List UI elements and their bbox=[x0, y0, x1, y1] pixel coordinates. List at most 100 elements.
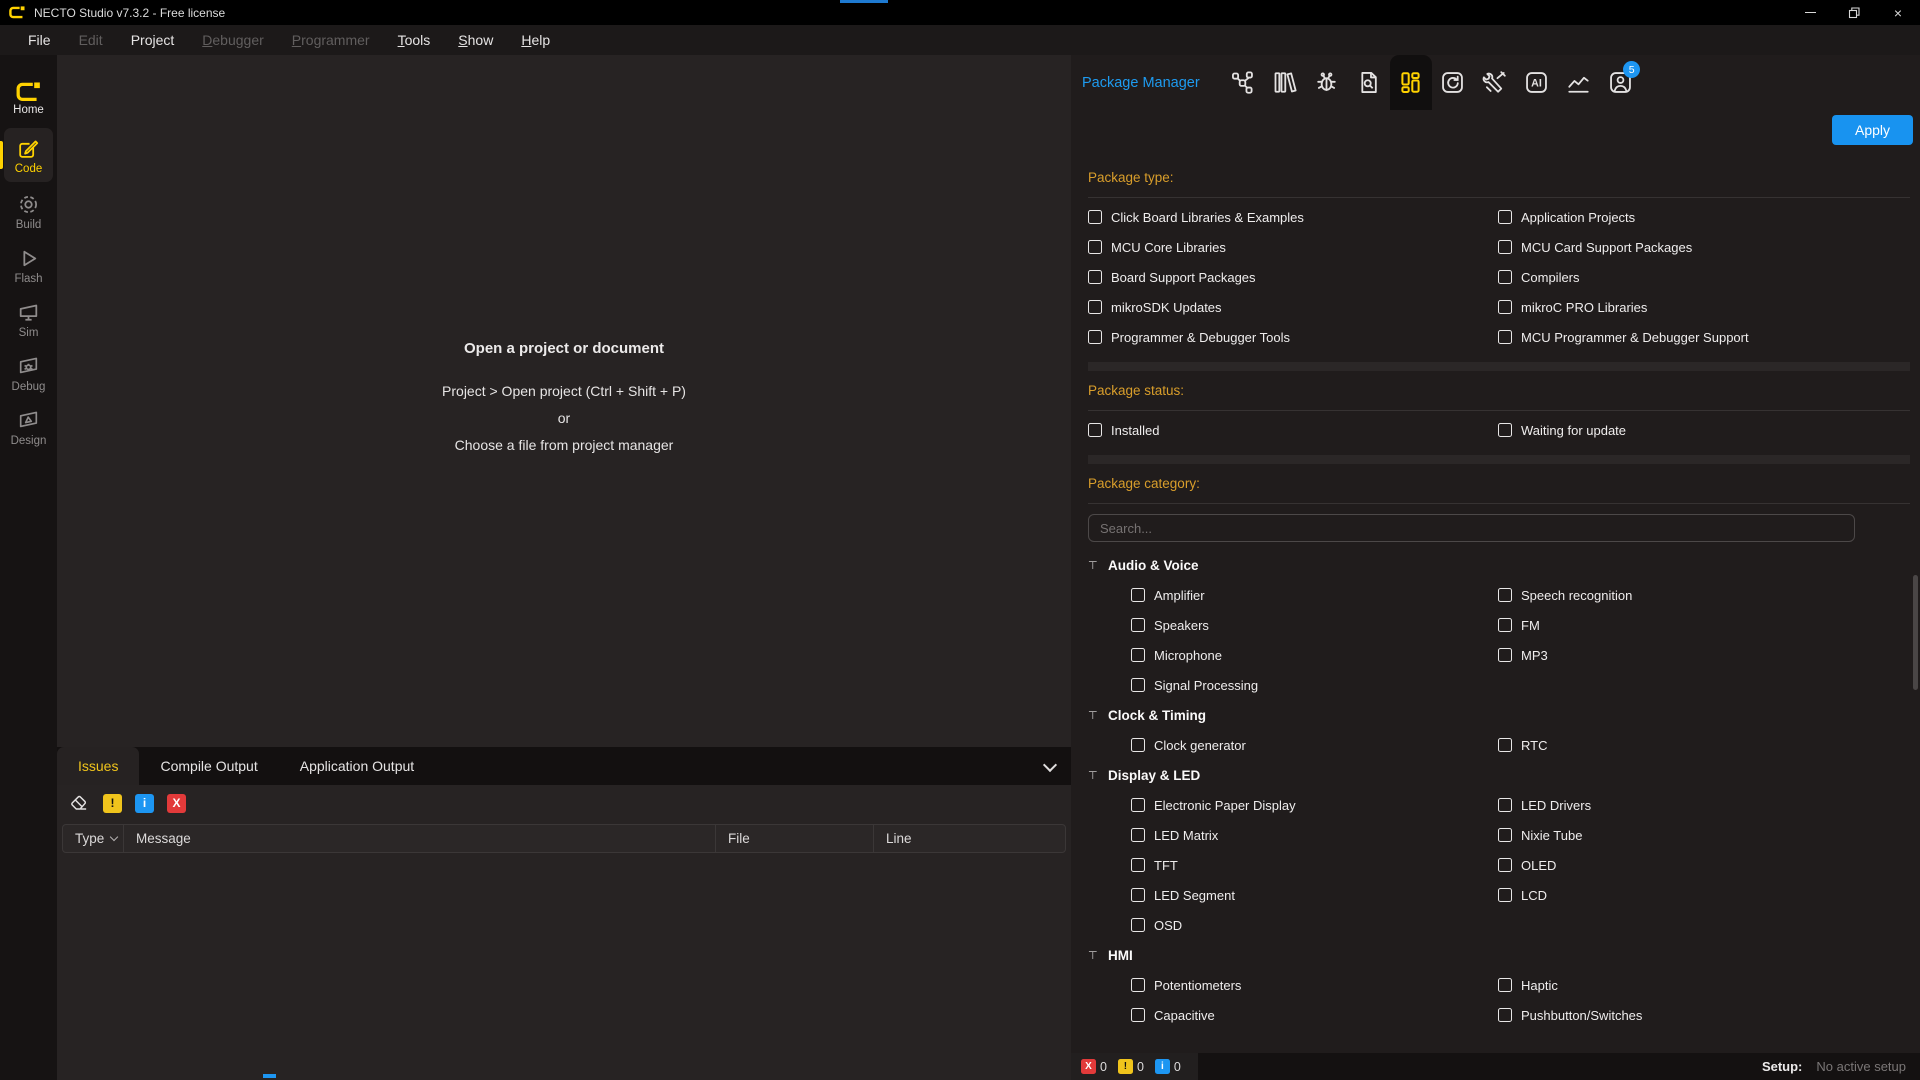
checkbox-item[interactable]: Board Support Packages bbox=[1088, 262, 1498, 292]
error-count-icon[interactable]: X bbox=[1081, 1059, 1096, 1074]
filter-warnings-button[interactable]: ! bbox=[103, 794, 122, 813]
checkbox-item[interactable]: Capacitive bbox=[1088, 1000, 1498, 1030]
checkbox[interactable] bbox=[1498, 300, 1512, 314]
checkbox[interactable] bbox=[1498, 1008, 1512, 1022]
hierarchy-icon[interactable] bbox=[1222, 55, 1264, 110]
column-header-type[interactable]: Type bbox=[63, 831, 123, 846]
tools-icon[interactable] bbox=[1474, 55, 1516, 110]
checkbox-item[interactable]: MP3 bbox=[1498, 640, 1910, 670]
checkbox-item[interactable]: FM bbox=[1498, 610, 1910, 640]
close-button[interactable]: × bbox=[1876, 0, 1920, 25]
checkbox-item[interactable]: Waiting for update bbox=[1498, 415, 1910, 445]
checkbox-item[interactable]: LED Matrix bbox=[1088, 820, 1498, 850]
tab-application-output[interactable]: Application Output bbox=[279, 747, 435, 785]
checkbox[interactable] bbox=[1498, 423, 1512, 437]
checkbox[interactable] bbox=[1498, 738, 1512, 752]
restore-button[interactable] bbox=[1832, 0, 1876, 25]
checkbox-item[interactable]: OLED bbox=[1498, 850, 1910, 880]
checkbox[interactable] bbox=[1131, 798, 1145, 812]
checkbox-item[interactable]: Speech recognition bbox=[1498, 580, 1910, 610]
sidebar-item-home[interactable]: Home bbox=[0, 74, 57, 124]
checkbox-item[interactable]: Application Projects bbox=[1498, 202, 1910, 232]
checkbox[interactable] bbox=[1498, 588, 1512, 602]
checkbox-item[interactable]: Haptic bbox=[1498, 970, 1910, 1000]
checkbox[interactable] bbox=[1131, 618, 1145, 632]
package-grid-icon[interactable] bbox=[1390, 55, 1432, 110]
checkbox-item[interactable]: MCU Core Libraries bbox=[1088, 232, 1498, 262]
checkbox[interactable] bbox=[1131, 858, 1145, 872]
checkbox-item[interactable]: LCD bbox=[1498, 880, 1910, 910]
checkbox[interactable] bbox=[1498, 648, 1512, 662]
category-header[interactable]: ⊤ Audio & Voice bbox=[1088, 550, 1910, 580]
checkbox[interactable] bbox=[1131, 918, 1145, 932]
checkbox-item[interactable]: TFT bbox=[1088, 850, 1498, 880]
checkbox[interactable] bbox=[1131, 678, 1145, 692]
checkbox[interactable] bbox=[1498, 240, 1512, 254]
checkbox-item[interactable]: MCU Card Support Packages bbox=[1498, 232, 1910, 262]
checkbox[interactable] bbox=[1131, 888, 1145, 902]
checkbox-item[interactable]: Click Board Libraries & Examples bbox=[1088, 202, 1498, 232]
checkbox-item[interactable]: Programmer & Debugger Tools bbox=[1088, 322, 1498, 352]
apply-button[interactable]: Apply bbox=[1832, 115, 1913, 145]
checkbox[interactable] bbox=[1498, 858, 1512, 872]
checkbox-item[interactable]: mikroC PRO Libraries bbox=[1498, 292, 1910, 322]
checkbox-item[interactable]: LED Segment bbox=[1088, 880, 1498, 910]
tab-issues[interactable]: Issues bbox=[57, 747, 139, 785]
checkbox[interactable] bbox=[1088, 240, 1102, 254]
checkbox-item[interactable]: Installed bbox=[1088, 415, 1498, 445]
sidebar-item-flash[interactable]: Flash bbox=[0, 240, 57, 290]
checkbox[interactable] bbox=[1498, 210, 1512, 224]
checkbox[interactable] bbox=[1131, 588, 1145, 602]
ai-icon[interactable]: AI bbox=[1516, 55, 1558, 110]
column-header-file[interactable]: File bbox=[715, 825, 873, 852]
checkbox-item[interactable]: MCU Programmer & Debugger Support bbox=[1498, 322, 1910, 352]
chevron-down-icon[interactable] bbox=[1043, 758, 1057, 772]
collapse-icon[interactable]: ⊤ bbox=[1088, 709, 1098, 722]
category-header[interactable]: ⊤ Display & LED bbox=[1088, 760, 1910, 790]
checkbox-item[interactable]: Clock generator bbox=[1088, 730, 1498, 760]
menu-tools[interactable]: Tools bbox=[384, 25, 445, 55]
library-icon[interactable] bbox=[1264, 55, 1306, 110]
info-count-icon[interactable]: i bbox=[1155, 1059, 1170, 1074]
bug-icon[interactable] bbox=[1306, 55, 1348, 110]
menu-project[interactable]: Project bbox=[117, 25, 189, 55]
checkbox-item[interactable]: Compilers bbox=[1498, 262, 1910, 292]
checkbox[interactable] bbox=[1088, 423, 1102, 437]
checkbox-item[interactable]: Nixie Tube bbox=[1498, 820, 1910, 850]
checkbox[interactable] bbox=[1131, 978, 1145, 992]
sync-icon[interactable] bbox=[1432, 55, 1474, 110]
sidebar-item-debug[interactable]: Debug bbox=[0, 348, 57, 398]
collapse-icon[interactable]: ⊤ bbox=[1088, 949, 1098, 962]
checkbox[interactable] bbox=[1498, 330, 1512, 344]
checkbox[interactable] bbox=[1131, 738, 1145, 752]
tab-compile-output[interactable]: Compile Output bbox=[139, 747, 278, 785]
checkbox[interactable] bbox=[1088, 330, 1102, 344]
collapse-icon[interactable]: ⊤ bbox=[1088, 769, 1098, 782]
category-header[interactable]: ⊤ HMI bbox=[1088, 940, 1910, 970]
checkbox-item[interactable]: Pushbutton/Switches bbox=[1498, 1000, 1910, 1030]
menu-file[interactable]: File bbox=[14, 25, 65, 55]
checkbox[interactable] bbox=[1498, 270, 1512, 284]
search-input[interactable] bbox=[1088, 514, 1855, 542]
collapse-icon[interactable]: ⊤ bbox=[1088, 559, 1098, 572]
checkbox[interactable] bbox=[1131, 828, 1145, 842]
minimize-button[interactable] bbox=[1788, 0, 1832, 25]
checkbox[interactable] bbox=[1498, 888, 1512, 902]
filter-info-button[interactable]: i bbox=[135, 794, 154, 813]
account-icon[interactable]: 5 bbox=[1600, 55, 1642, 110]
checkbox-item[interactable]: mikroSDK Updates bbox=[1088, 292, 1498, 322]
warning-count-icon[interactable]: ! bbox=[1118, 1059, 1133, 1074]
checkbox[interactable] bbox=[1131, 648, 1145, 662]
sidebar-item-sim[interactable]: Sim bbox=[0, 294, 57, 344]
checkbox-item[interactable]: RTC bbox=[1498, 730, 1910, 760]
filter-errors-button[interactable]: X bbox=[167, 794, 186, 813]
checkbox-item[interactable]: OSD bbox=[1088, 910, 1498, 940]
checkbox[interactable] bbox=[1088, 270, 1102, 284]
clear-eraser-icon[interactable] bbox=[68, 792, 90, 814]
checkbox[interactable] bbox=[1498, 828, 1512, 842]
checkbox-item[interactable]: Microphone bbox=[1088, 640, 1498, 670]
column-header-message[interactable]: Message bbox=[123, 825, 715, 852]
checkbox[interactable] bbox=[1498, 618, 1512, 632]
sidebar-item-design[interactable]: Design bbox=[0, 402, 57, 452]
category-header[interactable]: ⊤ Clock & Timing bbox=[1088, 700, 1910, 730]
